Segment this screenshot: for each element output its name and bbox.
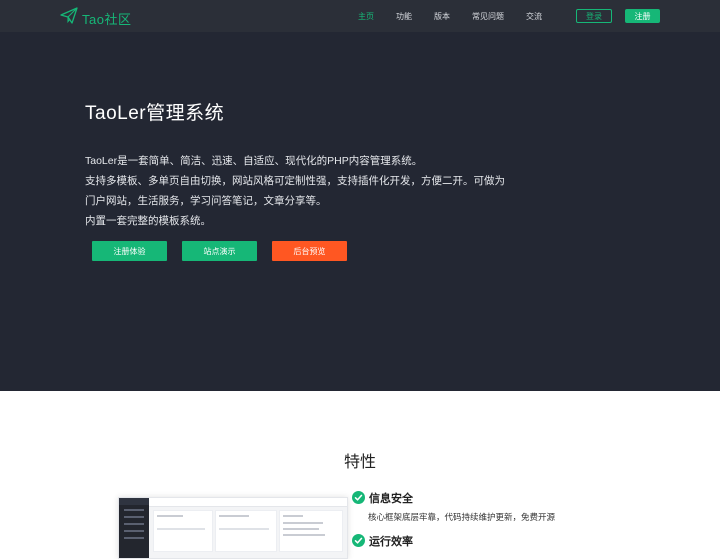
nav-item-home[interactable]: 主页 — [358, 11, 374, 22]
admin-screenshot-image — [118, 497, 348, 559]
screenshot-menu-line — [124, 523, 144, 525]
screenshot-menu-line — [124, 530, 144, 532]
screenshot-menu-line — [124, 516, 144, 518]
screenshot-sidebar-header — [119, 498, 149, 505]
screenshot-text-line — [283, 515, 303, 517]
hero-line: TaoLer是一套简单、简洁、迅速、自适应、现代化的PHP内容管理系统。 — [85, 155, 423, 167]
screenshot-topbar — [149, 498, 347, 507]
nav-item-community[interactable]: 交流 — [526, 11, 542, 22]
hero-line: 支持多模板、多单页自由切换，网站风格可定制性强，支持插件化开发，方便二开。可做为 — [85, 175, 505, 187]
register-trial-button[interactable]: 注册体验 — [92, 241, 167, 261]
register-button[interactable]: 注册 — [625, 9, 660, 23]
screenshot-text-line — [283, 528, 319, 530]
main-nav: 主页 功能 版本 常见问题 交流 — [358, 0, 564, 32]
check-icon — [352, 534, 365, 547]
feature-description: 核心框架底层牢靠，代码持续维护更新，免费开源 — [368, 512, 556, 522]
feature-item-efficiency: 运行效率 — [352, 533, 413, 549]
nav-item-versions[interactable]: 版本 — [434, 11, 450, 22]
screenshot-menu-line — [124, 537, 144, 539]
site-demo-button[interactable]: 站点演示 — [182, 241, 257, 261]
hero-title: TaoLer管理系统 — [85, 103, 225, 124]
screenshot-sidebar — [119, 498, 149, 558]
hero-description: TaoLer是一套简单、简洁、迅速、自适应、现代化的PHP内容管理系统。 支持多… — [85, 151, 505, 231]
feature-title: 运行效率 — [369, 536, 413, 548]
nav-item-faq[interactable]: 常见问题 — [472, 11, 504, 22]
features-title: 特性 — [343, 454, 376, 471]
top-navbar: Tao社区 主页 功能 版本 常见问题 交流 登录 注册 — [0, 0, 720, 32]
screenshot-text-line — [283, 534, 325, 536]
screenshot-text-line — [219, 528, 269, 530]
login-button[interactable]: 登录 — [576, 9, 612, 23]
feature-item-security: 信息安全 — [352, 490, 413, 506]
screenshot-text-line — [157, 528, 205, 530]
screenshot-menu-line — [124, 509, 144, 511]
screenshot-text-line — [219, 515, 249, 517]
nav-item-features[interactable]: 功能 — [396, 11, 412, 22]
paper-plane-icon — [60, 7, 78, 29]
admin-preview-button[interactable]: 后台预览 — [272, 241, 347, 261]
hero-line: 门户网站，生活服务，学习问答笔记，文章分享等。 — [85, 195, 327, 207]
logo[interactable]: Tao社区 — [60, 7, 131, 29]
screenshot-text-line — [157, 515, 183, 517]
hero-line: 内置一套完整的模板系统。 — [85, 215, 211, 227]
check-icon — [352, 491, 365, 504]
feature-title: 信息安全 — [369, 493, 413, 505]
logo-text: Tao社区 — [82, 11, 132, 27]
screenshot-text-line — [283, 522, 323, 524]
hero-section: TaoLer管理系统 TaoLer是一套简单、简洁、迅速、自适应、现代化的PHP… — [0, 32, 720, 391]
